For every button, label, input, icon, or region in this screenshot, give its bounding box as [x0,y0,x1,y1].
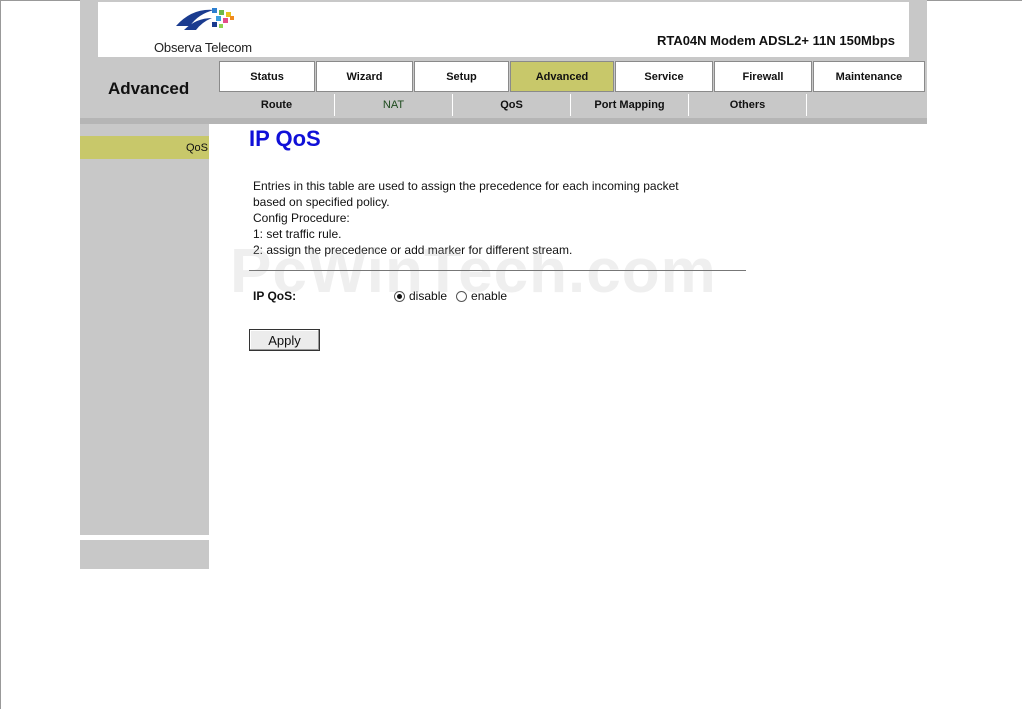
radio-disable[interactable] [394,290,405,302]
sidebar-footer [80,540,209,569]
subtab-others[interactable]: Others [689,94,807,116]
tab-status[interactable]: Status [219,61,315,92]
tab-wizard[interactable]: Wizard [316,61,413,92]
description-line: 1: set traffic rule. [253,227,342,241]
subtab-port-mapping[interactable]: Port Mapping [571,94,689,116]
description-line: 2: assign the precedence or add marker f… [253,243,573,257]
sub-nav: Route NAT QoS Port Mapping Others [219,94,925,116]
description-line: Entries in this table are used to assign… [253,179,679,193]
apply-button[interactable]: Apply [249,329,320,351]
subtab-nat[interactable]: NAT [335,94,453,116]
ip-qos-label: IP QoS: [253,289,297,303]
observa-logo-icon [176,8,234,30]
radio-option-enable[interactable]: enable [456,289,507,303]
logo-text: Observa Telecom [154,40,252,55]
tab-service[interactable]: Service [615,61,713,92]
section-title: Advanced [108,79,190,98]
ip-qos-radio-group: disable enable [394,289,516,303]
radio-disable-label: disable [409,289,448,303]
tab-maintenance[interactable]: Maintenance [813,61,925,92]
subtab-empty [807,94,925,116]
tab-advanced[interactable]: Advanced [510,61,614,92]
subtab-qos[interactable]: QoS [453,94,571,116]
main-nav: Status Wizard Setup Advanced Service Fir… [219,61,926,92]
header-banner: Observa Telecom RTA04N Modem ADSL2+ 11N … [98,2,909,57]
radio-enable[interactable] [456,290,468,302]
description: Entries in this table are used to assign… [253,178,679,258]
description-line: Config Procedure: [253,211,350,225]
separator-line [249,270,746,271]
sidebar [80,124,209,535]
radio-enable-label: enable [471,289,508,303]
product-name: RTA04N Modem ADSL2+ 11N 150Mbps [656,33,895,48]
description-line: based on specified policy. [253,195,390,209]
radio-option-disable[interactable]: disable [394,289,447,303]
tab-firewall[interactable]: Firewall [714,61,812,92]
tab-setup[interactable]: Setup [414,61,509,92]
subtab-route[interactable]: Route [219,94,335,116]
page-title: IP QoS [249,126,321,151]
sidebar-item-qos[interactable]: QoS [80,136,209,159]
